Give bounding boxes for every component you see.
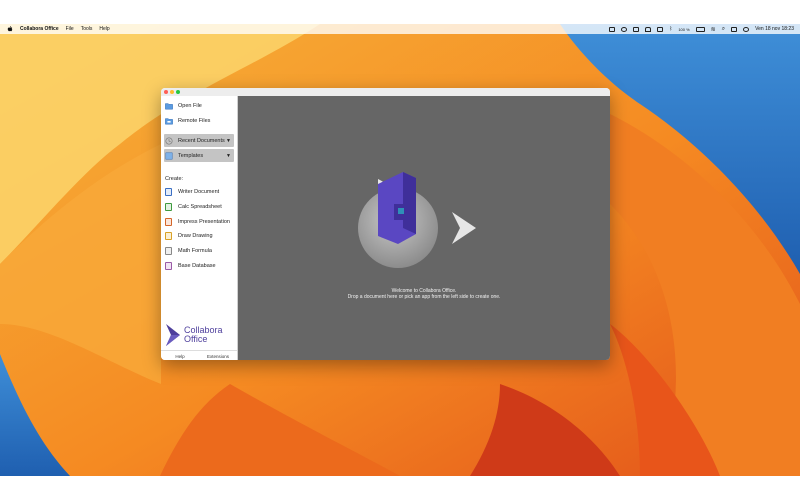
recent-documents-button[interactable]: Recent Documents ▼ [164,134,234,147]
base-icon [165,262,172,270]
welcome-message: Welcome to Collabora Office. Drop a docu… [238,288,610,300]
chevron-down-icon: ▼ [226,137,231,144]
remote-files-button[interactable]: Remote Files [164,115,234,127]
open-file-label: Open File [178,103,202,109]
battery-percent: 100 % [678,26,690,32]
draw-label: Draw Drawing [178,233,213,239]
status-app-icon[interactable] [609,26,616,32]
collabora-logo: Collabora Office [165,324,223,346]
document-drop-area[interactable]: Welcome to Collabora Office. Drop a docu… [238,96,610,360]
status-window-icon[interactable] [633,26,640,32]
calc-label: Calc Spreadsheet [178,204,222,210]
open-file-button[interactable]: Open File [164,100,234,112]
start-center-window: Open File Remote Files Recent Documents … [161,88,610,360]
create-heading: Create: [165,176,184,182]
remote-folder-icon [165,118,173,125]
math-icon [165,247,172,255]
menubar-clock[interactable]: Ven 18 nov 18:23 [755,26,794,32]
welcome-line2: Drop a document here or pick an app from… [347,294,501,300]
bluetooth-icon[interactable]: ᛒ [669,26,672,32]
folder-icon [165,103,173,110]
search-icon[interactable]: ⌕ [722,26,725,33]
siri-icon[interactable] [743,26,750,32]
menu-tools[interactable]: Tools [81,26,93,32]
minimize-button[interactable] [170,90,174,94]
draw-icon [165,232,172,240]
zoom-button[interactable] [176,90,180,94]
menu-file[interactable]: File [66,26,74,32]
calc-icon [165,203,172,211]
extensions-button[interactable]: Extensions [199,351,237,360]
sidebar-footer: Help Extensions [161,350,237,360]
create-base-database[interactable]: Base Database [164,260,234,272]
arrow-icon [452,212,476,244]
status-sync-icon[interactable] [621,26,628,32]
create-writer-document[interactable]: Writer Document [164,186,234,198]
menu-bar: Collabora Office File Tools Help ᛒ 100 %… [0,24,800,34]
bottom-margin [0,476,800,500]
title-bar[interactable] [161,88,610,96]
templates-label: Templates [178,152,204,159]
base-label: Base Database [178,263,216,269]
create-impress-presentation[interactable]: Impress Presentation [164,216,234,228]
create-calc-spreadsheet[interactable]: Calc Spreadsheet [164,201,234,213]
clock-icon [165,136,173,145]
collabora-logo-icon [166,324,180,346]
sidebar: Open File Remote Files Recent Documents … [161,96,238,360]
menu-help[interactable]: Help [99,26,109,32]
help-button[interactable]: Help [161,351,199,360]
menu-app-name[interactable]: Collabora Office [20,26,59,32]
recent-documents-label: Recent Documents [178,137,225,144]
templates-icon [165,152,173,159]
math-label: Math Formula [178,248,212,254]
welcome-illustration [358,172,476,268]
writer-label: Writer Document [178,189,220,195]
wifi-icon[interactable]: ≋ [711,26,716,33]
headphones-icon[interactable] [645,26,652,32]
impress-label: Impress Presentation [178,219,230,225]
battery-icon[interactable] [695,26,705,32]
apple-icon[interactable] [7,26,13,32]
templates-button[interactable]: Templates ▼ [164,149,234,162]
create-draw-drawing[interactable]: Draw Drawing [164,230,234,242]
close-button[interactable] [164,90,168,94]
create-math-formula[interactable]: Math Formula [164,245,234,257]
status-menu-icon[interactable] [657,26,664,32]
control-center-icon[interactable] [731,26,738,32]
impress-icon [165,218,172,226]
chevron-down-icon: ▼ [226,152,231,159]
logo-line2: Office [184,334,208,344]
writer-icon [165,188,172,196]
remote-files-label: Remote Files [178,118,211,124]
